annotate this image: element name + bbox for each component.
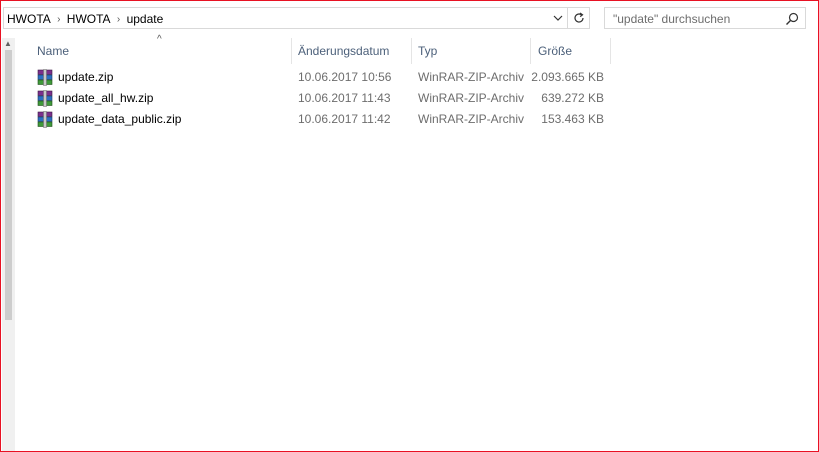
column-header-size[interactable]: Größe [531,38,611,64]
file-row[interactable]: update_data_public.zip 10.06.2017 11:42 … [17,109,817,130]
address-bar[interactable]: HWOTA › HWOTA › update [3,7,590,29]
winrar-archive-icon [37,111,53,128]
breadcrumb-item[interactable]: HWOTA [67,12,111,26]
search-placeholder: "update" durchsuchen [613,12,731,26]
file-size: 2.093.665 KB [531,70,604,84]
refresh-icon [573,12,584,23]
file-date: 10.06.2017 10:56 [298,70,392,84]
column-header-label: Name [37,44,70,58]
column-header-label: Typ [418,44,438,58]
breadcrumb-item[interactable]: HWOTA [7,12,51,26]
search-icon[interactable] [785,12,799,26]
file-date: 10.06.2017 11:43 [298,91,391,105]
chevron-right-icon[interactable]: › [111,14,127,25]
file-type: WinRAR-ZIP-Archiv [418,112,525,126]
winrar-archive-icon [37,69,53,86]
column-header-label: Änderungsdatum [298,44,390,58]
explorer-window: HWOTA › HWOTA › update "update" durchsuc… [0,0,819,452]
chevron-right-icon[interactable]: › [51,14,67,25]
breadcrumb: HWOTA › HWOTA › update [7,12,163,26]
file-size: 153.463 KB [541,112,604,126]
sort-ascending-icon: ^ [157,34,162,45]
file-type: WinRAR-ZIP-Archiv [418,91,525,105]
scrollbar-thumb[interactable] [5,50,12,320]
breadcrumb-item[interactable]: update [127,12,164,26]
column-header-row: ^ Name Änderungsdatum Typ Größe [17,34,817,64]
file-list: update.zip 10.06.2017 10:56 WinRAR-ZIP-A… [17,67,817,130]
file-name: update.zip [58,70,114,84]
column-header-label: Größe [538,44,573,58]
search-input[interactable]: "update" durchsuchen [604,7,806,29]
scroll-up-icon[interactable]: ▲ [4,39,12,48]
file-name: update_all_hw.zip [58,91,154,105]
file-size: 639.272 KB [541,91,604,105]
nav-pane-scrollbar[interactable]: ▲ [2,38,15,451]
file-row[interactable]: update_all_hw.zip 10.06.2017 11:43 WinRA… [17,88,817,109]
file-type: WinRAR-ZIP-Archiv [418,70,525,84]
file-row[interactable]: update.zip 10.06.2017 10:56 WinRAR-ZIP-A… [17,67,817,88]
file-date: 10.06.2017 11:42 [298,112,391,126]
column-header-type[interactable]: Typ [412,38,531,64]
refresh-button[interactable] [567,8,589,28]
column-header-date[interactable]: Änderungsdatum [292,38,412,64]
winrar-archive-icon [37,90,53,107]
file-name: update_data_public.zip [58,112,182,126]
column-header-name[interactable]: ^ Name [17,34,292,64]
chevron-down-icon[interactable] [549,8,567,28]
